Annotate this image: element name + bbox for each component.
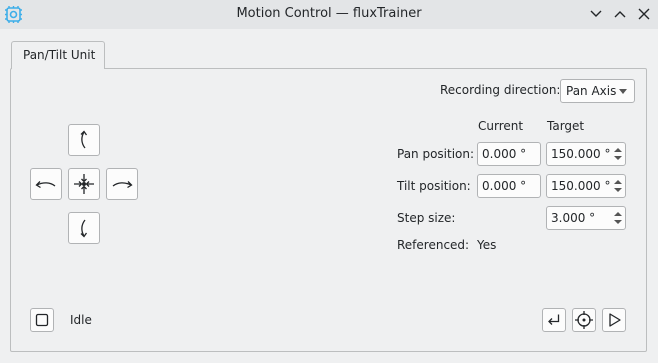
title-bar[interactable]: Motion Control — fluxTrainer (0, 0, 658, 29)
close-icon[interactable] (636, 6, 652, 22)
target-column-header: Target (547, 119, 585, 133)
tilt-up-icon (80, 130, 88, 149)
recording-direction-label: Recording direction: (440, 83, 561, 97)
pan-right-button[interactable] (106, 168, 138, 200)
minimize-icon[interactable] (588, 6, 604, 22)
maximize-icon[interactable] (612, 6, 628, 22)
play-icon (609, 313, 621, 327)
recording-direction-select[interactable]: Pan Axis (560, 79, 635, 103)
pan-current-field: 0.000 ° (477, 142, 541, 166)
step-size-spinbox[interactable]: 3.000 ° (546, 206, 626, 230)
reference-icon (575, 311, 593, 329)
pan-right-icon (112, 181, 133, 189)
tab-pan-tilt-unit[interactable]: Pan/Tilt Unit (11, 41, 105, 69)
spin-up-icon[interactable] (614, 212, 622, 216)
play-button[interactable] (602, 308, 626, 332)
spin-up-icon[interactable] (614, 148, 622, 152)
tilt-down-icon (80, 219, 88, 238)
tilt-target-spinbox[interactable]: 150.000 ° (546, 174, 626, 198)
tilt-current-field: 0.000 ° (477, 174, 541, 198)
stop-button[interactable] (30, 308, 54, 332)
stop-icon (35, 313, 49, 327)
pan-current-value: 0.000 ° (482, 147, 527, 161)
spin-down-icon[interactable] (614, 156, 622, 160)
pan-target-value: 150.000 ° (551, 147, 611, 161)
status-text: Idle (70, 313, 92, 327)
tilt-position-label: Tilt position: (397, 179, 471, 193)
tilt-target-value: 150.000 ° (551, 179, 611, 193)
recording-direction-value: Pan Axis (566, 84, 617, 98)
pan-position-label: Pan position: (397, 147, 475, 161)
pan-left-button[interactable] (30, 168, 62, 200)
return-button[interactable] (542, 308, 566, 332)
chevron-down-icon (619, 89, 627, 94)
tab-label: Pan/Tilt Unit (23, 48, 96, 62)
spin-down-icon[interactable] (614, 188, 622, 192)
step-size-value: 3.000 ° (551, 211, 596, 225)
pan-left-icon (35, 181, 56, 189)
return-icon (548, 314, 560, 325)
pan-target-spinbox[interactable]: 150.000 ° (546, 142, 626, 166)
tilt-up-button[interactable] (68, 124, 100, 156)
center-button[interactable] (68, 168, 100, 200)
window-title: Motion Control — fluxTrainer (236, 6, 422, 21)
spin-down-icon[interactable] (614, 220, 622, 224)
tilt-down-button[interactable] (68, 212, 100, 244)
reference-button[interactable] (572, 308, 596, 332)
referenced-label: Referenced: (397, 238, 470, 252)
spin-up-icon[interactable] (614, 180, 622, 184)
center-icon (74, 174, 94, 194)
tilt-current-value: 0.000 ° (482, 179, 527, 193)
referenced-value: Yes (477, 238, 497, 252)
current-column-header: Current (478, 119, 524, 133)
step-size-label: Step size: (397, 211, 456, 225)
